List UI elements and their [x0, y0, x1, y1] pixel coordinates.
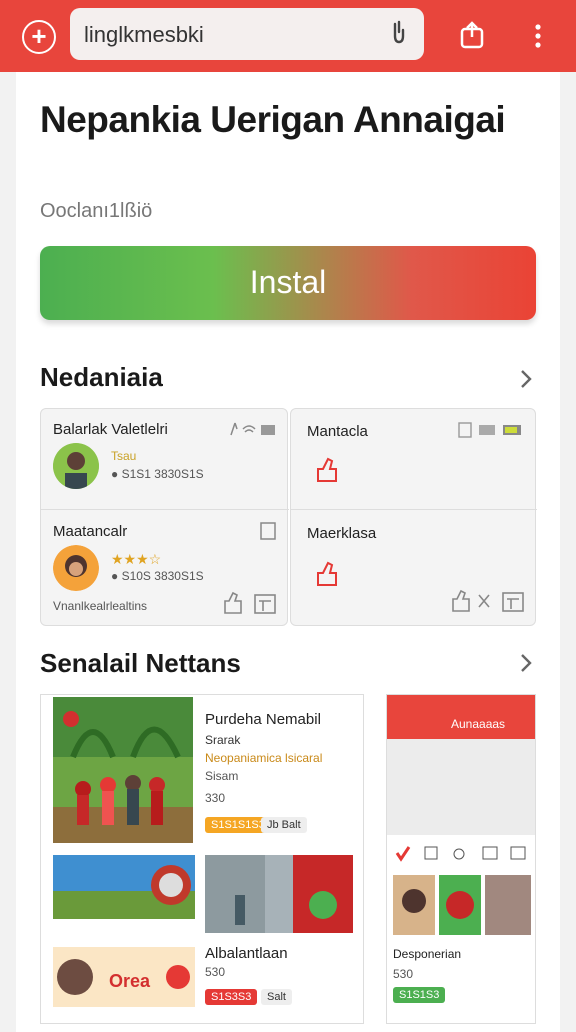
- app-title: Nepankia Uerigan Annaigai: [40, 99, 506, 140]
- card-name: Maerklasa: [307, 525, 377, 542]
- share-icon[interactable]: [458, 20, 486, 50]
- status-icons: [230, 422, 275, 436]
- review-grid: Balarlak Valetlelri Tsau ● S1S1 3830S1S …: [40, 408, 537, 626]
- more-icon[interactable]: [528, 22, 548, 50]
- shot-tag: S1S3S3: [205, 989, 258, 1005]
- street-photo: [205, 855, 353, 933]
- shot-line2: Neopaniamica lsicaral: [205, 751, 323, 765]
- thumbs-up-icon[interactable]: [315, 561, 339, 587]
- chevron-right-icon[interactable]: [516, 367, 536, 391]
- screenshot-1[interactable]: Purdeha Nemabil Srarak Neopaniamica lsic…: [40, 694, 364, 1024]
- mic-icon[interactable]: [388, 20, 410, 48]
- shot-bottom-title: Albalantlaan: [205, 945, 288, 962]
- card-actions-icons[interactable]: [451, 589, 527, 615]
- avatar: [53, 545, 99, 591]
- screenshot-2[interactable]: Aunaaaas Desponerian 530 S1S1S3: [386, 694, 536, 1024]
- shot2-toolbar-icons: [395, 846, 526, 862]
- url-bar[interactable]: linglkmesbki: [70, 8, 424, 60]
- status-icons: [458, 422, 521, 438]
- review-card[interactable]: Mantacla Maerklasa: [290, 408, 537, 626]
- shot2-photos: [393, 875, 531, 935]
- app-toolbar: + linglkmesbki: [0, 0, 576, 72]
- village-photo: [53, 697, 193, 843]
- card-rating: Tsau: [111, 449, 137, 463]
- section-title-senalail: Senalail Nettans: [40, 648, 241, 678]
- group-photo: [53, 855, 195, 919]
- shot-line1: Srarak: [205, 733, 241, 747]
- shot-tag: Jb Balt: [261, 817, 307, 833]
- shot2-header-title: Aunaaaas: [451, 717, 506, 731]
- shot-title: Purdeha Nemabil: [205, 711, 321, 728]
- avatar: [53, 443, 99, 489]
- plus-icon[interactable]: +: [22, 20, 56, 54]
- thumbs-up-icon[interactable]: [315, 457, 339, 483]
- card-meta: ● S1S1 3830S1S: [111, 467, 204, 481]
- bookmark-icon[interactable]: [259, 521, 277, 541]
- shot2-tag: S1S1S3: [393, 987, 446, 1003]
- card-name: Balarlak Valetlelri: [53, 421, 168, 438]
- promo-text: Orea: [109, 971, 151, 991]
- screenshots-carousel[interactable]: Purdeha Nemabil Srarak Neopaniamica lsic…: [40, 694, 576, 1024]
- card-footer: Vnanlkealrlealtins: [53, 599, 148, 613]
- card-actions-icons[interactable]: [223, 591, 279, 617]
- map-area: [387, 739, 535, 835]
- chevron-right-icon[interactable]: [516, 651, 536, 675]
- card-meta: ● S10S 3830S1S: [111, 569, 204, 583]
- shot-tag: Salt: [261, 989, 292, 1005]
- card-name: Maatancalr: [53, 523, 128, 540]
- shot2-header: Aunaaaas: [387, 695, 535, 739]
- shot-price: 330: [205, 791, 226, 805]
- card-name: Mantacla: [307, 423, 368, 440]
- shot2-caption: Desponerian: [393, 947, 462, 961]
- shot-bottom-price: 530: [205, 965, 226, 979]
- app-subtitle: Ooclanı1lßiö: [40, 200, 153, 222]
- section-title-nedaniaia: Nedaniaia: [40, 362, 163, 392]
- url-text: linglkmesbki: [84, 22, 204, 47]
- install-button[interactable]: Instal: [40, 246, 536, 320]
- shot2-price: 530: [393, 967, 414, 981]
- shot-line3: Sisam: [205, 769, 239, 783]
- review-card[interactable]: Balarlak Valetlelri Tsau ● S1S1 3830S1S …: [40, 408, 289, 626]
- card-rating: ★★★☆: [111, 551, 162, 567]
